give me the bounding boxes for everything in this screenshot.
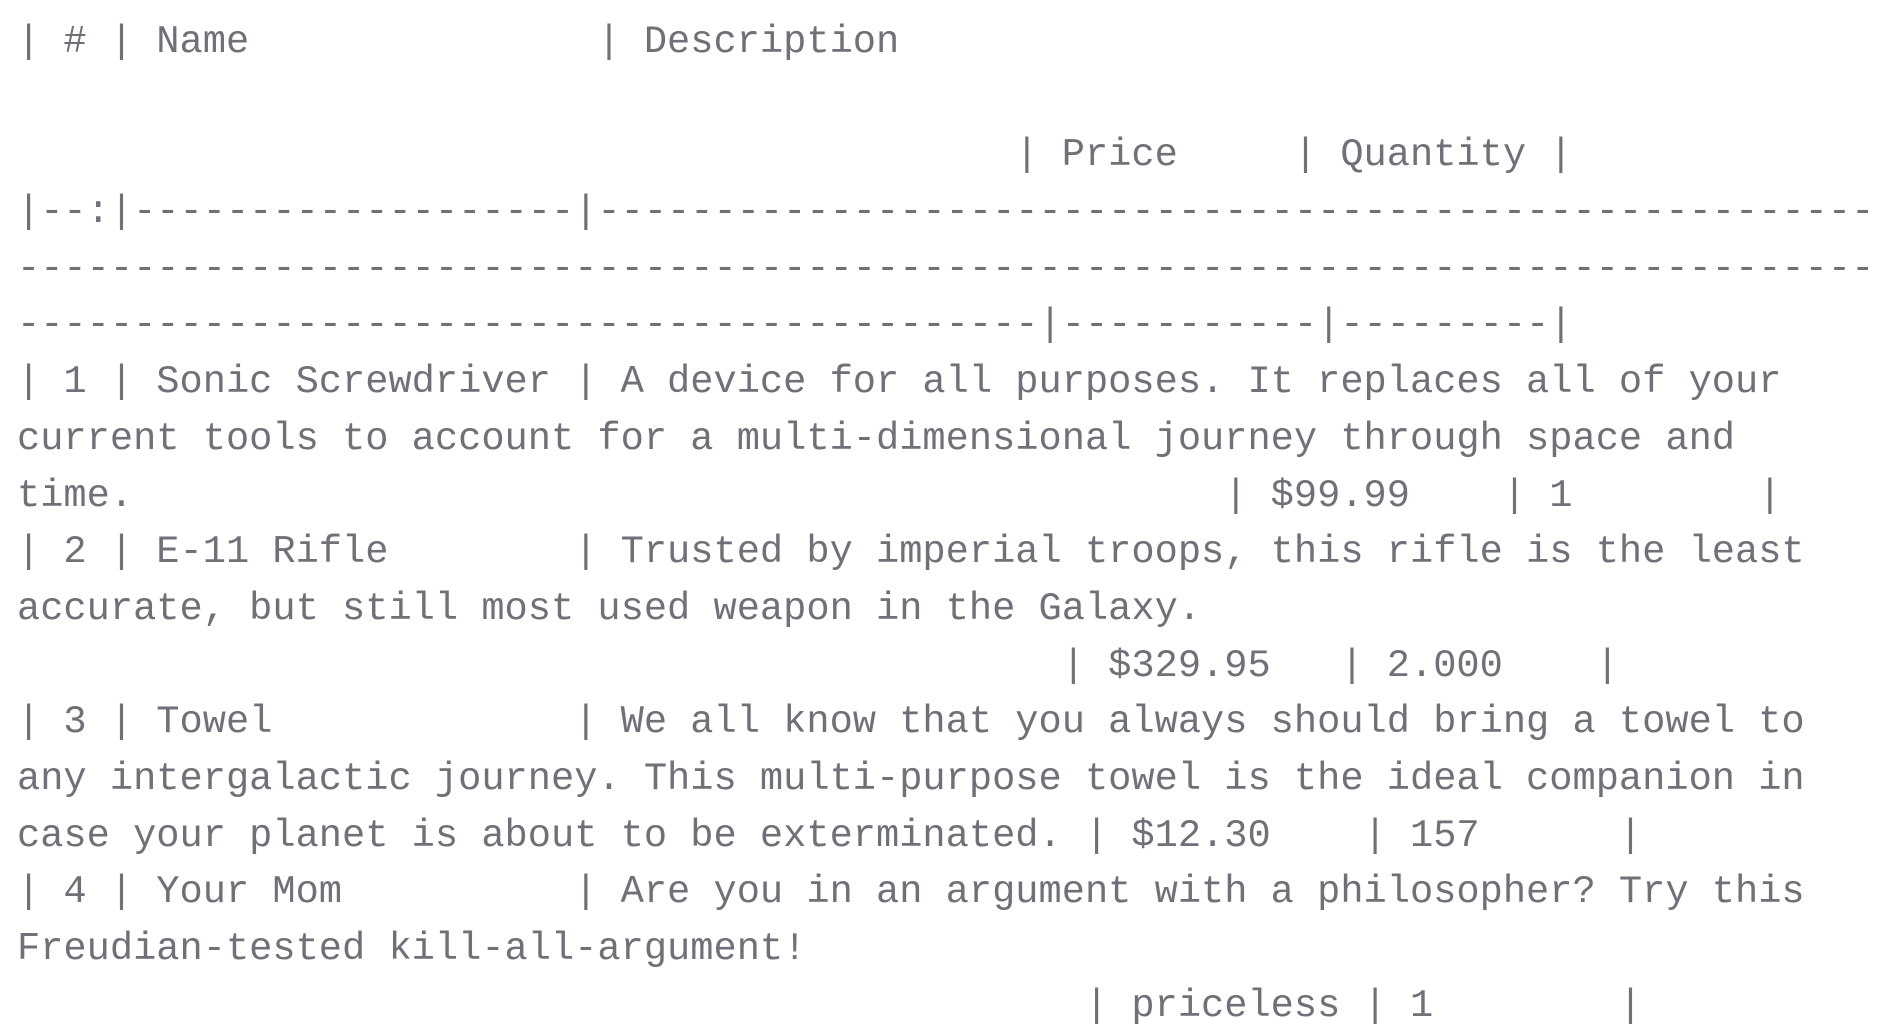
table-row-4-line-2: Freudian-tested kill-all-argument! bbox=[17, 927, 807, 971]
table-row-1-line-2: current tools to account for a multi-dim… bbox=[17, 416, 1736, 461]
table-row-4-line-3: | priceless | 1 | bbox=[17, 983, 1643, 1028]
table-row-2-line-2: accurate, but still most used weapon in … bbox=[17, 586, 1202, 631]
table-header-line-1: | # | Name | Description bbox=[17, 20, 900, 64]
table-header-blank-line bbox=[17, 71, 1867, 128]
table-separator-line-1: |--:|-------------------|---------------… bbox=[17, 190, 1875, 235]
table-row-2-line-3: | $329.95 | 2.000 | bbox=[17, 643, 1619, 688]
table-row-2-line-1: | 2 | E-11 Rifle | Trusted by imperial t… bbox=[17, 530, 1805, 575]
markdown-table-source: | # | Name | Description | Price | Quant… bbox=[17, 14, 1875, 1034]
table-row-3-line-1: | 3 | Towel | We all know that you alway… bbox=[17, 700, 1805, 745]
table-separator-line-2: ----------------------------------------… bbox=[17, 246, 1875, 291]
table-row-1-line-3: time. | $99.99 | 1 | bbox=[17, 473, 1782, 518]
table-header-line-2: | Price | Quantity | bbox=[17, 133, 1573, 178]
table-row-1-line-1: | 1 | Sonic Screwdriver | A device for a… bbox=[17, 360, 1782, 405]
table-row-3-line-3: case your planet is about to be extermin… bbox=[17, 813, 1643, 858]
table-separator-line-3: ----------------------------------------… bbox=[17, 303, 1573, 348]
table-row-4-line-1: | 4 | Your Mom | Are you in an argument … bbox=[17, 870, 1805, 915]
table-row-3-line-2: any intergalactic journey. This multi-pu… bbox=[17, 756, 1805, 801]
